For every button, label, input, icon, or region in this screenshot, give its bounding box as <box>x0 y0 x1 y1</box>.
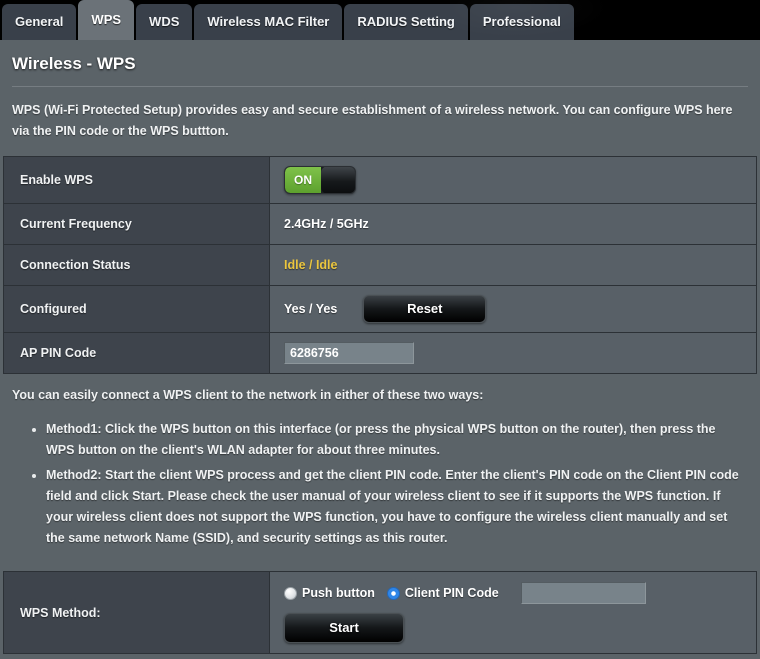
ap-pin-code-value-cell <box>270 333 756 373</box>
tab-general[interactable]: General <box>2 4 77 40</box>
tab-wireless-mac-filter[interactable]: Wireless MAC Filter <box>194 4 343 40</box>
tab-bar: General WPS WDS Wireless MAC Filter RADI… <box>0 0 760 40</box>
methods-section: You can easily connect a WPS client to t… <box>0 374 760 557</box>
wps-page: Wireless - WPS WPS (Wi-Fi Protected Setu… <box>0 40 760 654</box>
current-frequency-label: Current Frequency <box>4 204 270 244</box>
wps-method-label: WPS Method: <box>4 572 270 653</box>
ap-pin-code-input[interactable] <box>284 342 414 364</box>
table-row-enable-wps: Enable WPS ON <box>4 157 756 204</box>
connection-status-value-cell: Idle / Idle <box>270 245 756 285</box>
wps-method-controls: Push button Client PIN Code Start <box>270 572 756 653</box>
ap-pin-code-label: AP PIN Code <box>4 333 270 373</box>
method-item-1: Method1: Click the WPS button on this in… <box>32 419 746 461</box>
table-row-ap-pin-code: AP PIN Code <box>4 333 756 374</box>
methods-list: Method1: Click the WPS button on this in… <box>12 419 746 549</box>
tab-radius-setting[interactable]: RADIUS Setting <box>344 4 468 40</box>
table-row-connection-status: Connection Status Idle / Idle <box>4 245 756 286</box>
configured-value: Yes / Yes <box>284 302 338 316</box>
radio-push-button-label[interactable]: Push button <box>302 586 375 600</box>
client-pin-code-input[interactable] <box>520 582 646 604</box>
enable-wps-label: Enable WPS <box>4 157 270 203</box>
table-row-configured: Configured Yes / Yes Reset <box>4 286 756 333</box>
table-row-current-frequency: Current Frequency 2.4GHz / 5GHz <box>4 204 756 245</box>
radio-client-pin-code[interactable] <box>386 586 400 600</box>
page-header: Wireless - WPS <box>0 40 760 87</box>
current-frequency-value-cell: 2.4GHz / 5GHz <box>270 204 756 244</box>
radio-push-button[interactable] <box>284 586 297 600</box>
start-button[interactable]: Start <box>284 613 404 643</box>
toggle-knob[interactable] <box>321 167 355 193</box>
tab-wps[interactable]: WPS <box>78 0 135 40</box>
reset-button[interactable]: Reset <box>363 295 487 323</box>
tab-wds[interactable]: WDS <box>136 4 193 40</box>
configured-value-cell: Yes / Yes Reset <box>270 286 756 332</box>
method-item-2: Method2: Start the client WPS process an… <box>32 465 746 549</box>
enable-wps-value-cell: ON <box>270 157 756 203</box>
page-intro-text: WPS (Wi-Fi Protected Setup) provides eas… <box>12 103 733 138</box>
enable-wps-toggle[interactable]: ON <box>284 166 356 194</box>
current-frequency-value: 2.4GHz / 5GHz <box>284 217 369 231</box>
configured-label: Configured <box>4 286 270 332</box>
methods-intro: You can easily connect a WPS client to t… <box>12 388 484 402</box>
tab-professional[interactable]: Professional <box>469 4 574 40</box>
wps-method-options: Push button Client PIN Code <box>284 582 756 604</box>
connection-status-value: Idle / Idle <box>284 258 338 272</box>
connection-status-label: Connection Status <box>4 245 270 285</box>
wps-method-panel: WPS Method: Push button Client PIN Code … <box>3 571 757 654</box>
page-title: Wireless - WPS <box>12 54 136 73</box>
wps-settings-table: Enable WPS ON Current Frequency 2.4GHz /… <box>3 156 757 374</box>
radio-client-pin-code-label[interactable]: Client PIN Code <box>405 586 499 600</box>
toggle-on-label: ON <box>285 167 321 193</box>
